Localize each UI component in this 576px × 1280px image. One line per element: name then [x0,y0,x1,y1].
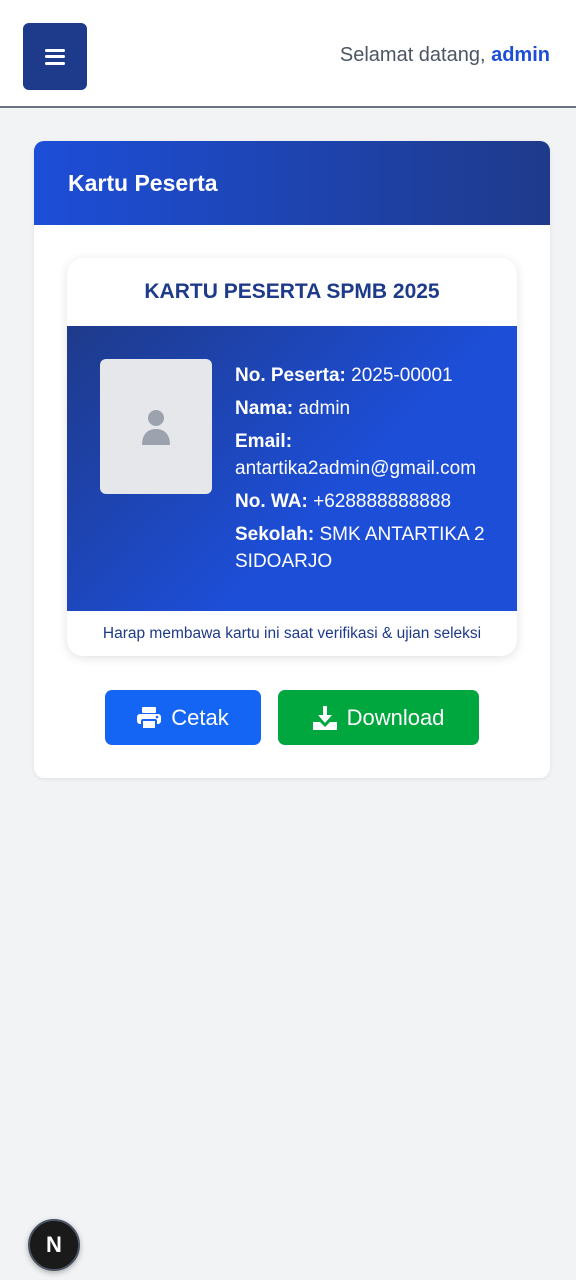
field-label: No. WA: [235,491,308,512]
photo-placeholder [100,359,212,494]
welcome-prefix: Selamat datang, [339,44,486,66]
field-label: Email: [235,431,293,452]
field-email: Email: antartika2admin@gmail.com [235,428,505,482]
printer-icon [137,706,162,729]
top-bar: Selamat datang, admin [0,0,576,108]
participant-card-panel: Kartu Peserta KARTU PESERTA SPMB 2025 No… [34,141,550,778]
field-whatsapp: No. WA: +628888888888 [235,488,505,515]
field-value: admin [298,398,351,419]
field-value: +628888888888 [313,491,452,512]
user-icon [142,409,170,445]
print-button-label: Cetak [171,704,229,730]
field-label: No. Peserta: [235,365,346,386]
field-label: Sekolah: [235,524,315,545]
download-button[interactable]: Download [278,690,479,745]
card-title: KARTU PESERTA SPMB 2025 [144,280,440,303]
field-name: Nama: admin [235,395,505,422]
download-button-label: Download [346,704,445,730]
field-value: 2025-00001 [351,365,453,386]
field-value: antartika2admin@gmail.com [235,458,477,479]
welcome-text: Selamat datang, admin [340,44,550,67]
hamburger-icon [45,48,65,65]
card-footer-note: Harap membawa kartu ini saat verifikasi … [102,624,482,642]
field-participant-number: No. Peserta: 2025-00001 [235,362,505,389]
panel-title: Kartu Peserta [68,169,218,196]
field-label: Nama: [235,398,294,419]
card-body: No. Peserta: 2025-00001 Nama: admin Emai… [67,326,517,611]
participant-card: KARTU PESERTA SPMB 2025 No. Peserta: 202… [67,258,517,656]
print-button[interactable]: Cetak [105,690,261,745]
next-dev-badge[interactable]: N [28,1219,80,1271]
panel-header: Kartu Peserta [34,141,550,225]
download-icon [312,705,337,730]
field-school: Sekolah: SMK ANTARTIKA 2 SIDOARJO [235,521,505,575]
participant-info: No. Peserta: 2025-00001 Nama: admin Emai… [235,362,505,581]
menu-button[interactable] [23,23,87,90]
username: admin [491,44,550,66]
